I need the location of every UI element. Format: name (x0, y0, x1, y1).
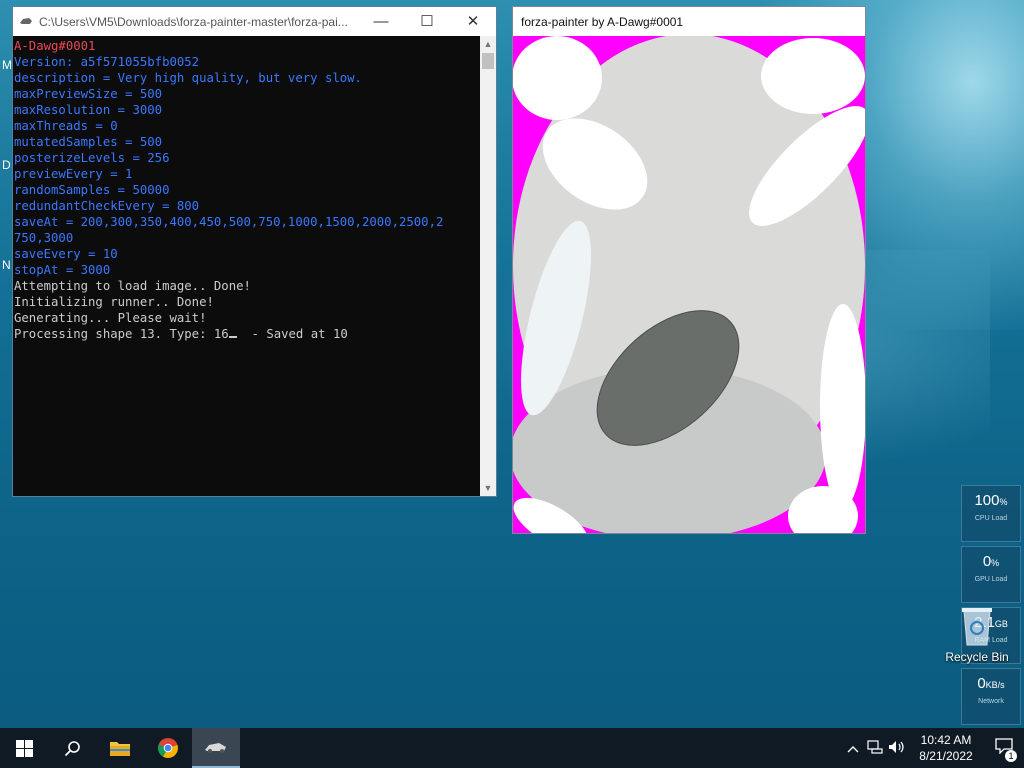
scroll-down-arrow-icon[interactable]: ▼ (480, 480, 496, 496)
scrollbar-thumb[interactable] (482, 53, 494, 69)
taskbar-file-explorer[interactable] (96, 728, 144, 768)
taskbar-chrome[interactable] (144, 728, 192, 768)
taskbar-clock[interactable]: 10:42 AM 8/21/2022 (908, 732, 984, 764)
console-line: previewEvery = 1 (14, 167, 133, 181)
console-line: maxPreviewSize = 500 (14, 87, 163, 101)
maximize-button[interactable]: ☐ (404, 7, 450, 36)
console-scrollbar[interactable]: ▲ ▼ (480, 36, 496, 496)
shape-white-top-right (761, 38, 865, 114)
search-icon (64, 740, 80, 756)
show-hidden-icons-chevron-up-icon[interactable] (842, 741, 864, 756)
console-cursor (228, 336, 237, 338)
folder-icon (110, 742, 130, 756)
minimize-button[interactable]: — (358, 7, 404, 36)
car-icon (205, 743, 226, 753)
gadget-value: 100 (974, 492, 1000, 509)
gadget-gpu[interactable]: 0% GPU Load (961, 546, 1021, 603)
console-progress-prefix: Processing shape 13. Type: 16 (14, 327, 229, 341)
console-line: posterizeLevels = 256 (14, 151, 170, 165)
notification-count-badge: 1 (1005, 749, 1017, 762)
desktop-icon-label-edge: N (2, 258, 11, 272)
gadget-value: 0 (982, 553, 992, 570)
gadget-value: 0 (977, 675, 986, 692)
recycle-bin-label: Recycle Bin (945, 650, 1009, 664)
recycle-bin-shortcut[interactable]: Recycle Bin (942, 603, 1012, 664)
gadget-unit: KB/s (985, 680, 1005, 690)
clock-time: 10:42 AM (920, 733, 972, 747)
gadget-network[interactable]: 0KB/s Network (961, 668, 1021, 725)
console-output[interactable]: A-Dawg#0001 Version: a5f571055bfb0052 desc… (13, 36, 480, 496)
gadget-cpu[interactable]: 100% CPU Load (961, 485, 1021, 542)
gadget-label: GPU Load (974, 576, 1008, 583)
console-line: A-Dawg#0001 (14, 39, 96, 53)
painter-title-bar[interactable]: forza-painter by A-Dawg#0001 (513, 7, 865, 36)
shape-white-right-tall (820, 304, 865, 508)
shape-white-top-left (513, 36, 602, 120)
desktop-icon-label-edge: D (2, 158, 11, 172)
scroll-up-arrow-icon[interactable]: ▲ (480, 36, 496, 52)
console-progress-suffix: - Saved at 10 (236, 327, 348, 341)
console-line: randomSamples = 50000 (14, 183, 170, 197)
chrome-icon (157, 738, 178, 758)
gadget-label: Network (978, 698, 1004, 705)
console-progress-line: Processing shape 13. Type: 16 - Saved at… (14, 326, 480, 342)
console-line: Version: a5f571055bfb0052 (14, 55, 200, 69)
console-line: description = Very high quality, but ver… (14, 71, 362, 85)
console-line: redundantCheckEvery = 800 (14, 199, 200, 213)
console-line: Attempting to load image.. Done! (14, 279, 251, 293)
painter-preview-canvas (513, 36, 865, 533)
console-line: Generating... Please wait! (14, 311, 207, 325)
console-title-bar[interactable]: C:\Users\VM5\Downloads\forza-painter-mas… (13, 7, 496, 36)
volume-icon[interactable] (886, 740, 908, 757)
gadget-unit: % (991, 558, 1000, 568)
gadget-label: CPU Load (974, 515, 1008, 522)
action-center-button[interactable]: 1 (984, 737, 1024, 762)
close-button[interactable]: ✕ (450, 7, 496, 36)
console-line: saveEvery = 10 (14, 247, 118, 261)
clock-date: 8/21/2022 (919, 749, 973, 763)
taskbar-forza-painter[interactable] (192, 728, 240, 768)
painter-window[interactable]: forza-painter by A-Dawg#0001 (512, 6, 866, 534)
system-tray: 10:42 AM 8/21/2022 1 (842, 728, 1024, 768)
search-button[interactable] (48, 728, 96, 768)
console-line: saveAt = 200,300,350,400,450,500,750,100… (14, 215, 444, 229)
start-button[interactable] (0, 728, 48, 768)
console-title: C:\Users\VM5\Downloads\forza-painter-mas… (39, 14, 348, 29)
recycle-bin-icon (962, 608, 992, 646)
console-line: Initializing runner.. Done! (14, 295, 214, 309)
network-icon[interactable] (864, 739, 886, 757)
windows-logo-icon (15, 739, 33, 757)
console-line: mutatedSamples = 500 (14, 135, 163, 149)
console-line: stopAt = 3000 (14, 263, 111, 277)
taskbar: 10:42 AM 8/21/2022 1 (0, 728, 1024, 768)
console-window[interactable]: C:\Users\VM5\Downloads\forza-painter-mas… (12, 6, 497, 497)
console-line: maxResolution = 3000 (14, 103, 163, 117)
painter-title: forza-painter by A-Dawg#0001 (521, 14, 684, 29)
console-line: 750,3000 (14, 231, 74, 245)
console-line: maxThreads = 0 (14, 119, 118, 133)
gadget-unit: % (999, 497, 1008, 507)
desktop-icon-label-edge: M (2, 58, 12, 72)
console-app-icon (13, 15, 39, 29)
